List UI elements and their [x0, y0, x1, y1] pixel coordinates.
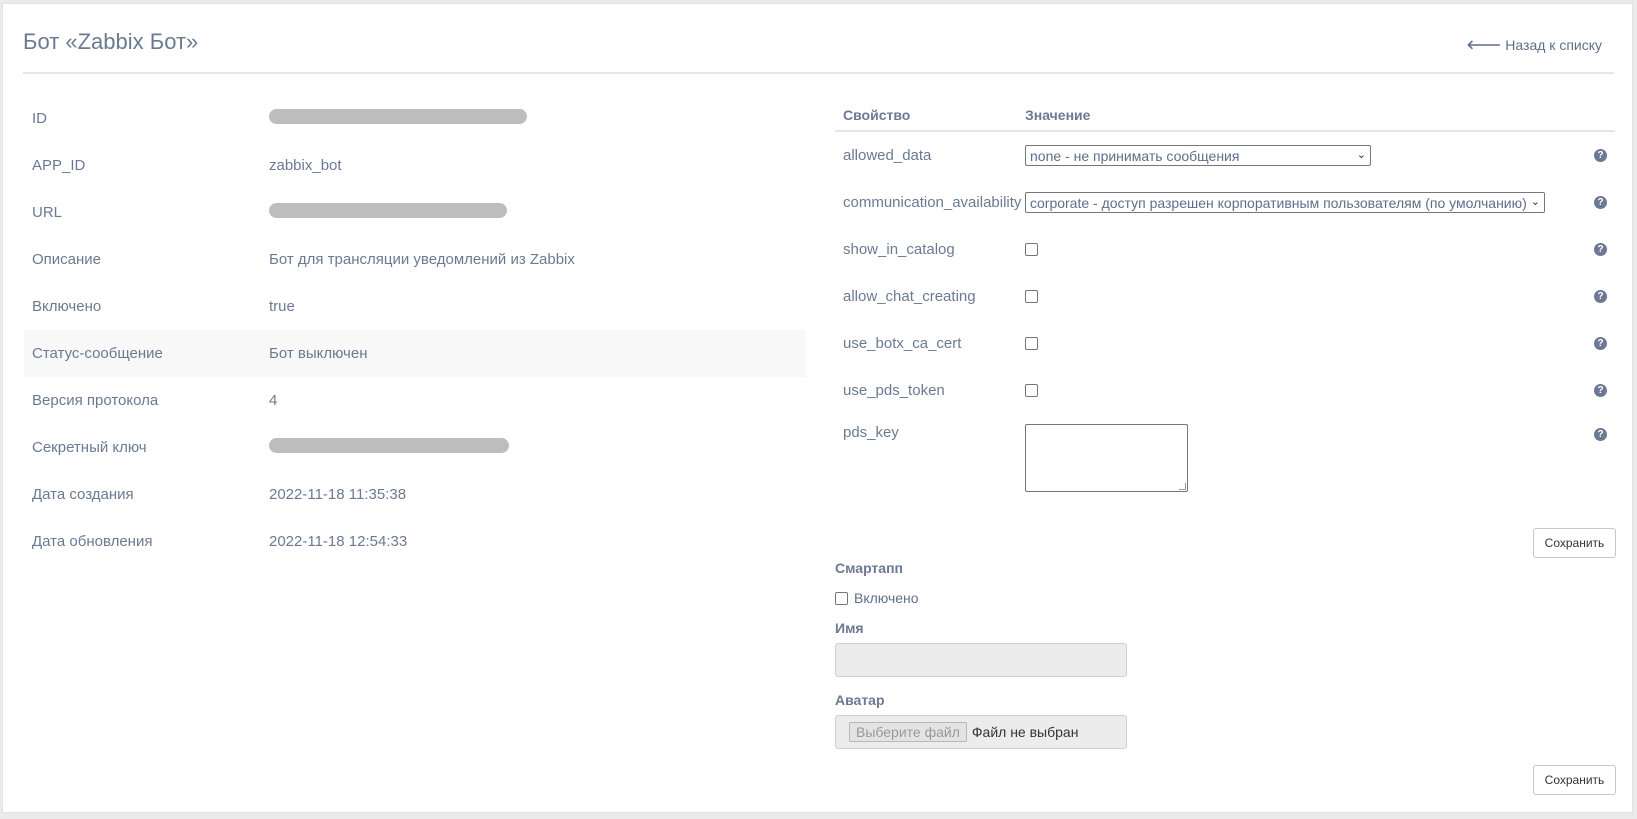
prop-row-allow-chat-creating: allow_chat_creating ?: [835, 273, 1615, 320]
info-value: Бот выключен: [269, 345, 368, 362]
chevron-down-icon: ⌄: [1530, 196, 1540, 208]
info-row-id: ID: [24, 95, 806, 142]
smartapp-avatar-label: Аватар: [835, 692, 885, 708]
info-row-protocol: Версия протокола 4: [24, 377, 806, 424]
pds-key-textarea[interactable]: [1025, 424, 1188, 492]
avatar-file-input[interactable]: Выберите файл Файл не выбран: [835, 715, 1127, 749]
prop-name: use_pds_token: [843, 382, 945, 399]
prop-row-show-in-catalog: show_in_catalog ?: [835, 226, 1615, 273]
info-row-updated: Дата обновления 2022-11-18 12:54:33: [24, 518, 806, 565]
prop-name: allowed_data: [843, 147, 932, 164]
info-value: 2022-11-18 12:54:33: [269, 533, 408, 550]
info-value-redacted: [269, 438, 509, 457]
help-icon[interactable]: ?: [1594, 196, 1607, 209]
info-key: Статус-сообщение: [32, 345, 163, 362]
help-icon[interactable]: ?: [1594, 149, 1607, 162]
allow-chat-creating-checkbox[interactable]: [1025, 290, 1038, 303]
smartapp-name-label: Имя: [835, 620, 864, 636]
smartapp-title: Смартапп: [835, 560, 903, 576]
prop-row-use-pds-token: use_pds_token ?: [835, 367, 1615, 414]
smartapp-enabled-checkbox[interactable]: [835, 591, 848, 605]
save-properties-button[interactable]: Сохранить: [1533, 528, 1616, 558]
smartapp-enabled-label: Включено: [854, 590, 919, 606]
info-row-created: Дата создания 2022-11-18 11:35:38: [24, 471, 806, 518]
info-key: Дата обновления: [32, 533, 153, 550]
show-in-catalog-checkbox[interactable]: [1025, 243, 1038, 256]
info-row-status: Статус-сообщение Бот выключен: [24, 330, 806, 377]
chevron-down-icon: ⌄: [1356, 149, 1366, 161]
info-value: Бот для трансляции уведомлений из Zabbix: [269, 251, 575, 268]
smartapp-section: Смартапп Включено Имя Аватар Выберите фа…: [835, 560, 1135, 749]
communication-availability-select[interactable]: corporate - доступ разрешен корпоративны…: [1025, 192, 1545, 213]
help-icon[interactable]: ?: [1594, 290, 1607, 303]
select-value: corporate - доступ разрешен корпоративны…: [1030, 194, 1527, 211]
prop-name: show_in_catalog: [843, 241, 955, 258]
help-icon[interactable]: ?: [1594, 428, 1607, 441]
save-smartapp-button[interactable]: Сохранить: [1533, 765, 1616, 795]
prop-row-pds-key: pds_key ?: [835, 414, 1615, 494]
help-icon[interactable]: ?: [1594, 337, 1607, 350]
back-to-list-link[interactable]: 🡐 Назад к списку: [1466, 37, 1602, 53]
info-key: ID: [32, 110, 47, 127]
info-row-url: URL: [24, 189, 806, 236]
info-row-app-id: APP_ID zabbix_bot: [24, 142, 806, 189]
info-key: APP_ID: [32, 157, 86, 174]
back-link-label: Назад к списку: [1505, 37, 1602, 53]
info-value: zabbix_bot: [269, 157, 342, 174]
info-key: Описание: [32, 251, 102, 268]
help-icon[interactable]: ?: [1594, 243, 1607, 256]
info-row-secret: Секретный ключ: [24, 424, 806, 471]
page-header: Бот «Zabbix Бот» 🡐 Назад к списку: [23, 4, 1614, 74]
resize-handle-icon[interactable]: [1179, 483, 1186, 490]
prop-name: allow_chat_creating: [843, 288, 976, 305]
allowed-data-select[interactable]: none - не принимать сообщения ⌄: [1025, 145, 1371, 166]
info-key: Дата создания: [32, 486, 134, 503]
smartapp-enabled-row: Включено: [835, 590, 1135, 606]
select-value: none - не принимать сообщения: [1030, 147, 1240, 164]
page-title: Бот «Zabbix Бот»: [23, 29, 199, 54]
prop-row-communication-availability: communication_availability corporate - д…: [835, 179, 1615, 226]
smartapp-name-input[interactable]: [835, 643, 1127, 677]
file-status: Файл не выбран: [971, 724, 1079, 740]
info-value-redacted: [269, 109, 527, 128]
info-key: URL: [32, 204, 63, 221]
use-pds-token-checkbox[interactable]: [1025, 384, 1038, 397]
info-value: 4: [269, 392, 278, 409]
arrow-left-icon: 🡐: [1466, 37, 1502, 52]
info-key: Версия протокола: [32, 392, 159, 409]
info-key: Секретный ключ: [32, 439, 147, 456]
prop-row-use-botx-ca-cert: use_botx_ca_cert ?: [835, 320, 1615, 367]
choose-file-button[interactable]: Выберите файл: [849, 722, 967, 742]
bot-properties-table: Свойство Значение allowed_data none - не…: [835, 100, 1615, 494]
bot-info-table: ID APP_ID zabbix_bot URL Описание Бот дл…: [24, 95, 806, 565]
prop-row-allowed-data: allowed_data none - не принимать сообщен…: [835, 132, 1615, 179]
info-row-description: Описание Бот для трансляции уведомлений …: [24, 236, 806, 283]
info-value-redacted: [269, 203, 507, 222]
info-value: 2022-11-18 11:35:38: [269, 486, 407, 503]
bot-details-panel: Бот «Zabbix Бот» 🡐 Назад к списку ID APP…: [2, 3, 1633, 813]
column-header-property: Свойство: [843, 107, 911, 123]
help-icon[interactable]: ?: [1594, 384, 1607, 397]
prop-name: communication_availability: [843, 194, 1022, 211]
prop-name: pds_key: [843, 424, 899, 441]
column-header-value: Значение: [1025, 107, 1091, 123]
properties-header: Свойство Значение: [835, 100, 1615, 132]
info-key: Включено: [32, 298, 102, 315]
info-row-enabled: Включено true: [24, 283, 806, 330]
prop-name: use_botx_ca_cert: [843, 335, 962, 352]
use-botx-ca-cert-checkbox[interactable]: [1025, 337, 1038, 350]
info-value: true: [269, 298, 295, 315]
